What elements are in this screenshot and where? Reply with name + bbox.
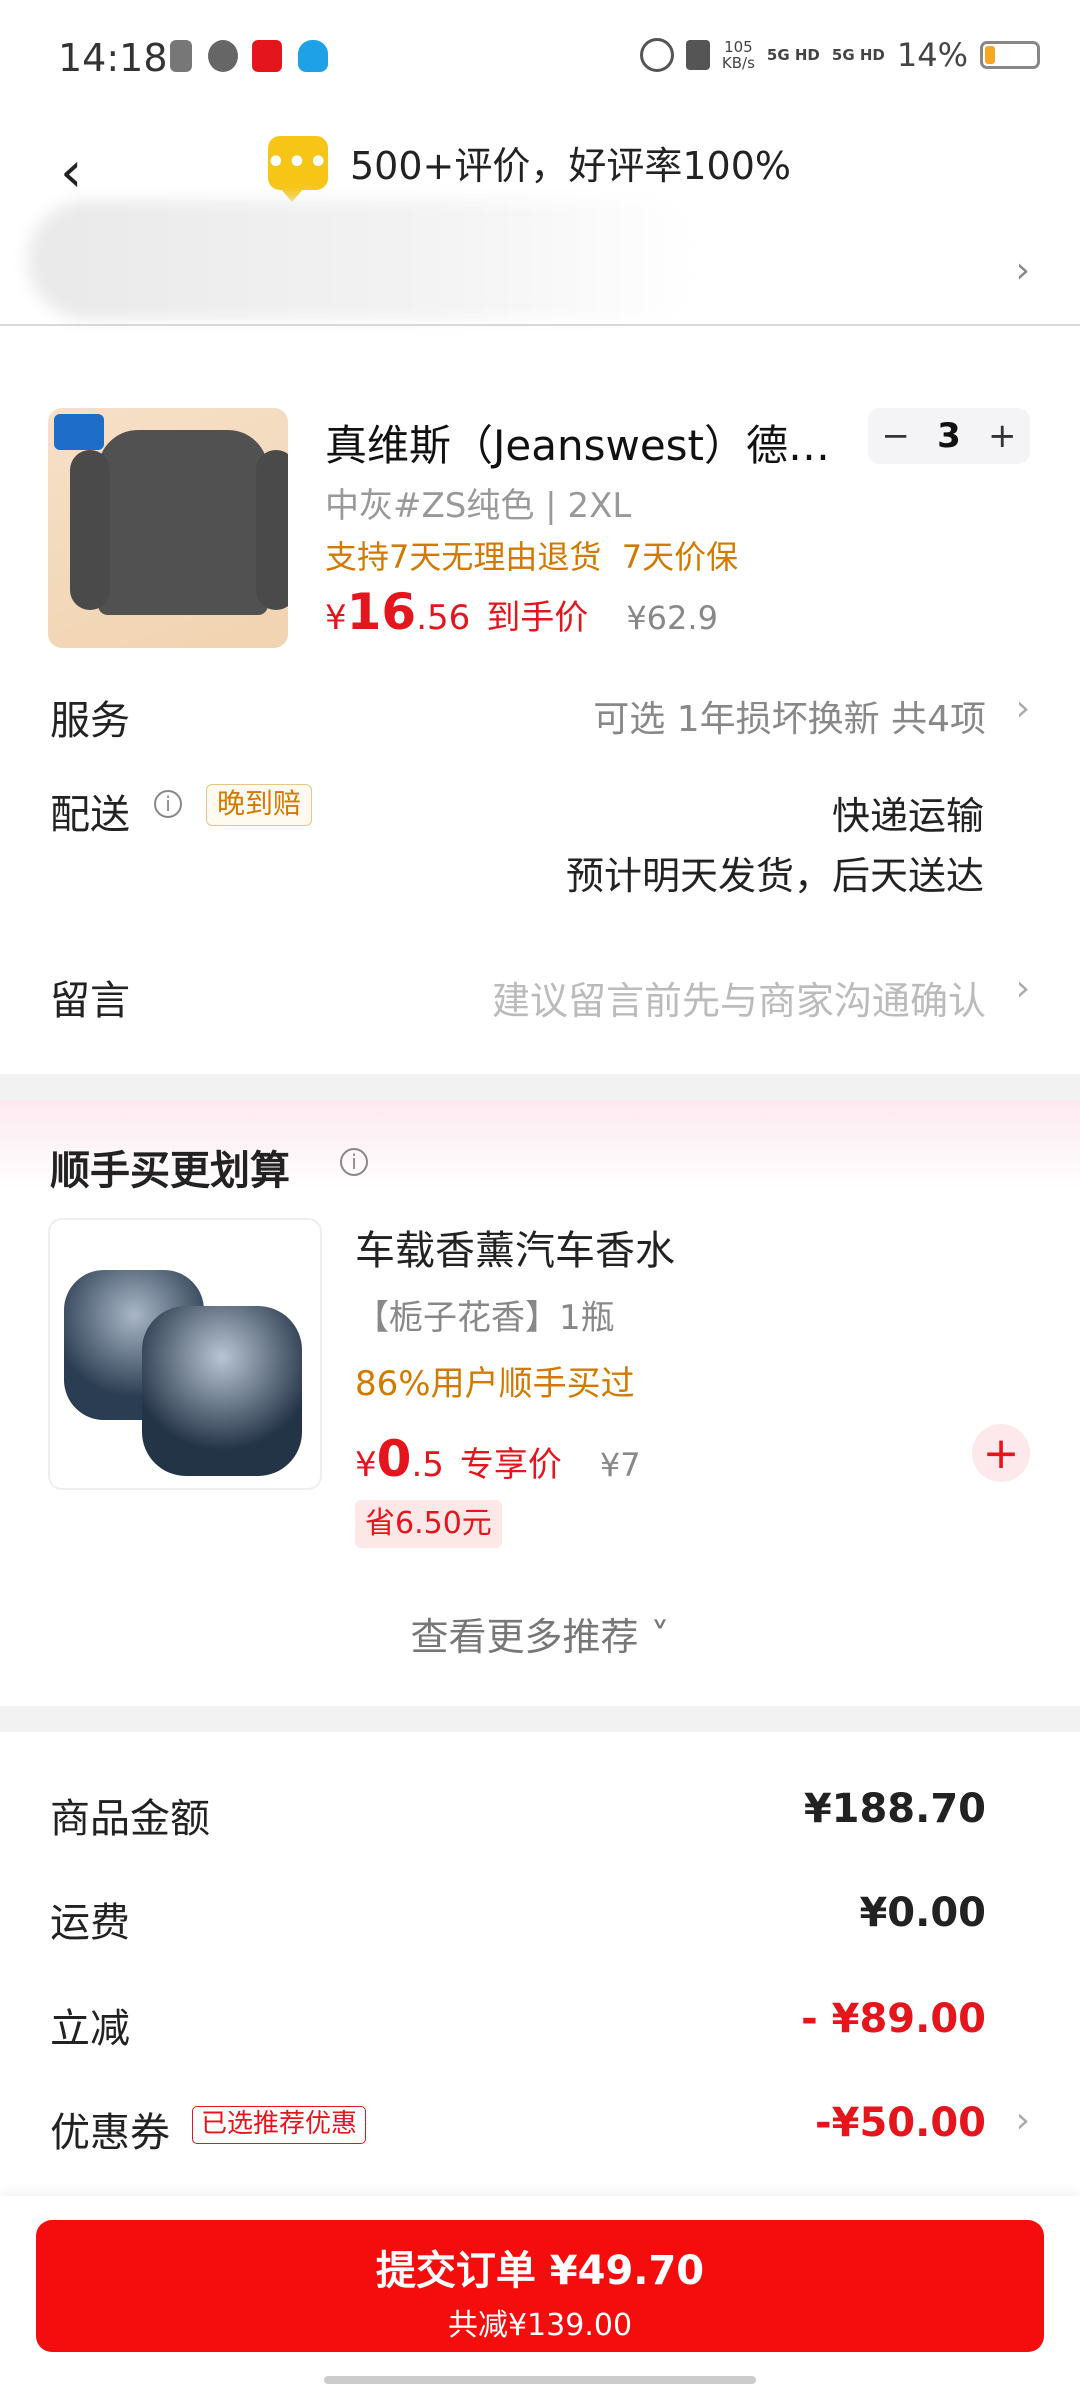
- decrease-button[interactable]: −: [882, 416, 911, 456]
- battery-percent: 14%: [896, 36, 968, 74]
- more-recommend-link[interactable]: 查看更多推荐 ˅: [0, 1606, 1080, 1661]
- reco-original-price: ¥7: [599, 1446, 641, 1484]
- price-symbol: ¥: [325, 598, 347, 638]
- product-spec[interactable]: 中灰#ZS纯色 | 2XL: [325, 478, 631, 527]
- section-gap: [0, 1074, 1080, 1100]
- late-compensation-badge: 晚到赔: [206, 784, 313, 826]
- recommend-save-badge: 省6.50元: [355, 1500, 502, 1548]
- status-time: 14:18: [58, 36, 168, 80]
- net-speed: 105 KB/s: [721, 38, 755, 72]
- discount-value: - ¥89.00: [801, 1996, 986, 2042]
- recommend-product-spec[interactable]: 【栀子花香】1瓶: [355, 1290, 615, 1339]
- product-title[interactable]: 真维斯（Jeanswest）德…: [325, 412, 855, 473]
- recommend-title: 顺手买更划算: [50, 1148, 290, 1194]
- sim1-signal: 5G HD: [766, 46, 820, 64]
- status-bar: 14:18 105 KB/s 5G HD 5G HD 14%: [0, 0, 1080, 120]
- price-integer: 16: [346, 583, 417, 641]
- message-label: 留言: [50, 978, 130, 1024]
- chat-bubble-icon: •••: [266, 135, 328, 202]
- price-decimal: .56: [416, 598, 471, 638]
- back-arrow-icon[interactable]: ‹: [60, 140, 82, 205]
- address-blurred[interactable]: [28, 200, 698, 320]
- service-chevron-icon[interactable]: ›: [1016, 688, 1030, 729]
- quantity-stepper[interactable]: − 3 +: [868, 408, 1030, 464]
- original-price: ¥62.9: [626, 599, 718, 637]
- recommend-price: ¥ 0 .5 专享价 ¥7: [355, 1430, 641, 1488]
- shipping-fee-label: 运费: [50, 1900, 130, 1946]
- message-input[interactable]: 建议留言前先与商家沟通确认: [492, 970, 986, 1025]
- status-right-group: 105 KB/s 5G HD 5G HD 14%: [639, 36, 1040, 74]
- sim2-signal: 5G HD: [831, 46, 885, 64]
- return-policy: 支持7天无理由退货 7天价保: [325, 538, 739, 576]
- submit-order-button[interactable]: 提交订单 ¥49.70 共减¥139.00: [36, 2220, 1044, 2352]
- delivery-estimate: 预计明天发货，后天送达: [565, 854, 984, 898]
- reco-price-integer: 0: [376, 1430, 412, 1488]
- sim-card-icon: [170, 40, 192, 72]
- message-chevron-icon[interactable]: ›: [1016, 968, 1030, 1009]
- reco-price-decimal: .5: [411, 1445, 444, 1485]
- discount-label: 立减: [50, 2006, 130, 2052]
- contact-card-icon: [685, 40, 710, 70]
- delivery-label: 配送: [50, 792, 130, 838]
- product-image[interactable]: [48, 408, 288, 648]
- submit-order-label: 提交订单 ¥49.70: [375, 2248, 705, 2294]
- info-icon[interactable]: i: [154, 790, 182, 818]
- recommend-info-icon[interactable]: i: [340, 1148, 368, 1176]
- service-value[interactable]: 可选 1年损坏换新 共4项: [593, 690, 986, 742]
- section-gap-2: [0, 1706, 1080, 1732]
- app-notification-icon: [252, 40, 282, 72]
- product-price: ¥ 16 .56 到手价 ¥62.9: [325, 583, 718, 641]
- goods-amount-label: 商品金额: [50, 1796, 210, 1842]
- price-tag: 到手价: [486, 598, 589, 638]
- wechat-icon: [208, 40, 238, 72]
- review-summary-text: 500+评价，好评率100%: [350, 144, 792, 188]
- submit-total-discount: 共减¥139.00: [447, 2308, 633, 2343]
- recommend-bought-rate: 86%用户顺手买过: [355, 1364, 635, 1404]
- coupon-badge: 已选推荐优惠: [192, 2106, 367, 2144]
- review-summary[interactable]: ••• 500+评价，好评率100%: [266, 135, 792, 202]
- address-chevron-icon[interactable]: ›: [1016, 250, 1030, 291]
- service-label: 服务: [50, 698, 130, 744]
- recommend-product-image[interactable]: [48, 1218, 322, 1490]
- shipping-fee-value: ¥0.00: [859, 1890, 986, 1936]
- reco-price-symbol: ¥: [355, 1445, 377, 1485]
- goods-amount-value: ¥188.70: [803, 1786, 986, 1832]
- coupon-value[interactable]: -¥50.00: [815, 2100, 986, 2146]
- increase-button[interactable]: +: [988, 416, 1017, 456]
- quantity-value[interactable]: 3: [937, 416, 961, 456]
- alarm-icon: [639, 38, 674, 72]
- home-indicator[interactable]: [324, 2376, 756, 2384]
- delivery-method: 快递运输: [831, 794, 984, 838]
- coupon-label: 优惠券: [50, 2110, 170, 2156]
- recommend-product-name[interactable]: 车载香薰汽车香水: [355, 1218, 675, 1276]
- qq-icon: [298, 40, 328, 72]
- brand-logo-icon: [54, 414, 104, 450]
- reco-price-tag: 专享价: [459, 1445, 562, 1485]
- divider: [0, 324, 1080, 326]
- coupon-chevron-icon[interactable]: ›: [1016, 2100, 1030, 2141]
- add-recommend-button[interactable]: +: [972, 1424, 1030, 1482]
- battery-icon: [980, 41, 1040, 69]
